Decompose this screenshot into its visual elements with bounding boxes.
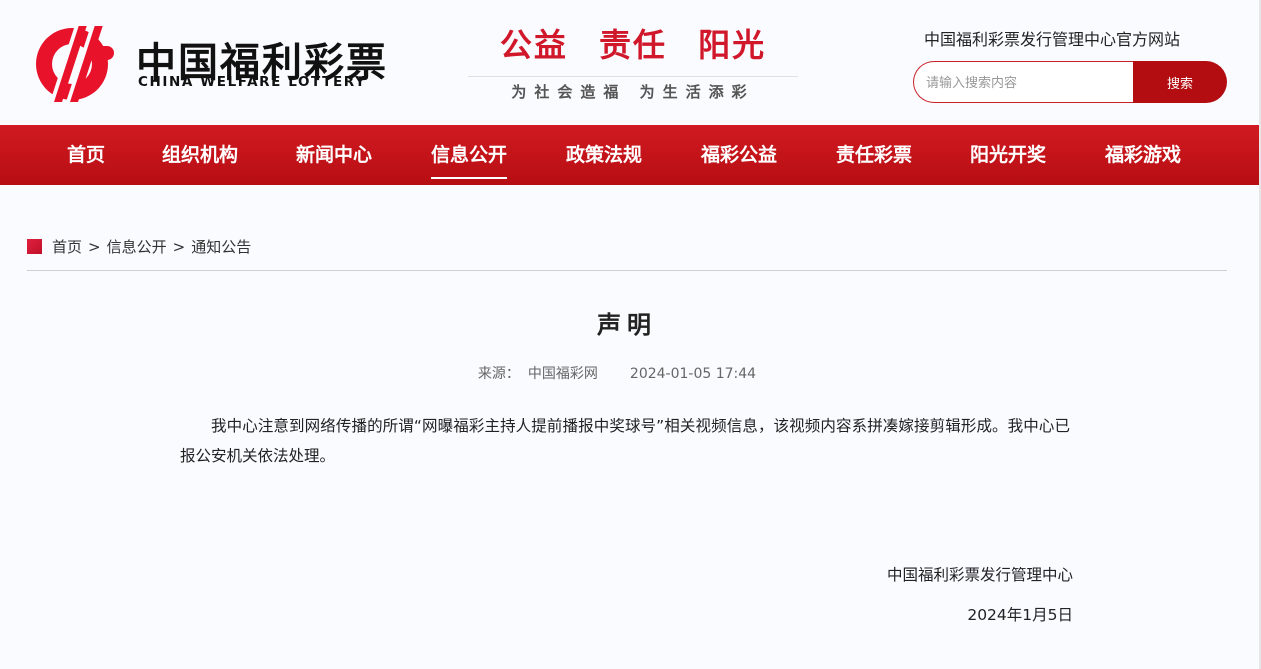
article-body: 我中心注意到网络传播的所谓“网曝福彩主持人提前播报中奖球号”相关视频信息，该视频… bbox=[180, 417, 1070, 465]
nav-item-home[interactable]: 首页 bbox=[67, 125, 105, 185]
nav-item-welfare[interactable]: 福彩公益 bbox=[701, 125, 777, 185]
nav-item-policy[interactable]: 政策法规 bbox=[566, 125, 642, 185]
site-logo[interactable]: 中国福利彩票 CHINA WELFARE LOTTERY bbox=[26, 22, 386, 106]
logo-english-text: CHINA WELFARE LOTTERY bbox=[138, 74, 367, 90]
slogan-divider bbox=[468, 76, 798, 77]
nav-item-responsible-lottery[interactable]: 责任彩票 bbox=[836, 125, 912, 185]
site-title: 中国福利彩票发行管理中心官方网站 bbox=[924, 30, 1181, 49]
welfare-lottery-logo-icon bbox=[36, 22, 114, 106]
source-value: 中国福彩网 bbox=[527, 366, 598, 382]
breadcrumb-notices[interactable]: 通知公告 bbox=[191, 238, 251, 256]
article-title: 声明 bbox=[597, 311, 657, 339]
publish-datetime: 2024-01-05 17:44 bbox=[629, 366, 757, 382]
breadcrumb-home[interactable]: 首页 bbox=[52, 238, 82, 256]
signature-date: 2024年1月5日 bbox=[967, 606, 1073, 624]
breadcrumb-separator: > bbox=[88, 238, 101, 256]
slogan-sub: 为社会造福 为生活添彩 bbox=[511, 83, 755, 101]
search-button[interactable]: 搜索 bbox=[1133, 61, 1227, 103]
breadcrumb-marker-icon bbox=[27, 239, 42, 254]
breadcrumb-separator: > bbox=[172, 238, 186, 256]
nav-item-draw[interactable]: 阳光开奖 bbox=[970, 125, 1046, 185]
slogan-block: 公益 责任 阳光 为社会造福 为生活添彩 bbox=[468, 20, 798, 101]
site-header: 中国福利彩票 CHINA WELFARE LOTTERY 公益 责任 阳光 为社… bbox=[0, 0, 1261, 125]
breadcrumb-info-disclosure[interactable]: 信息公开 bbox=[107, 238, 167, 256]
slogan-main: 公益 责任 阳光 bbox=[499, 26, 767, 64]
nav-item-games[interactable]: 福彩游戏 bbox=[1105, 125, 1181, 185]
main-nav: 首页 组织机构 新闻中心 信息公开 政策法规 福彩公益 责任彩票 阳光开奖 福彩… bbox=[0, 125, 1261, 185]
nav-item-news[interactable]: 新闻中心 bbox=[296, 125, 372, 185]
nav-item-organization[interactable]: 组织机构 bbox=[162, 125, 238, 185]
search-box: 搜索 bbox=[913, 61, 1227, 103]
nav-item-info-disclosure[interactable]: 信息公开 bbox=[431, 125, 508, 185]
signature-organization: 中国福利彩票发行管理中心 bbox=[886, 566, 1073, 584]
content-divider bbox=[27, 270, 1227, 271]
source-label: 来源： bbox=[477, 366, 520, 382]
search-input[interactable] bbox=[913, 61, 1143, 103]
article-meta: 来源： 中国福彩网 2024-01-05 17:44 bbox=[0, 363, 1234, 383]
